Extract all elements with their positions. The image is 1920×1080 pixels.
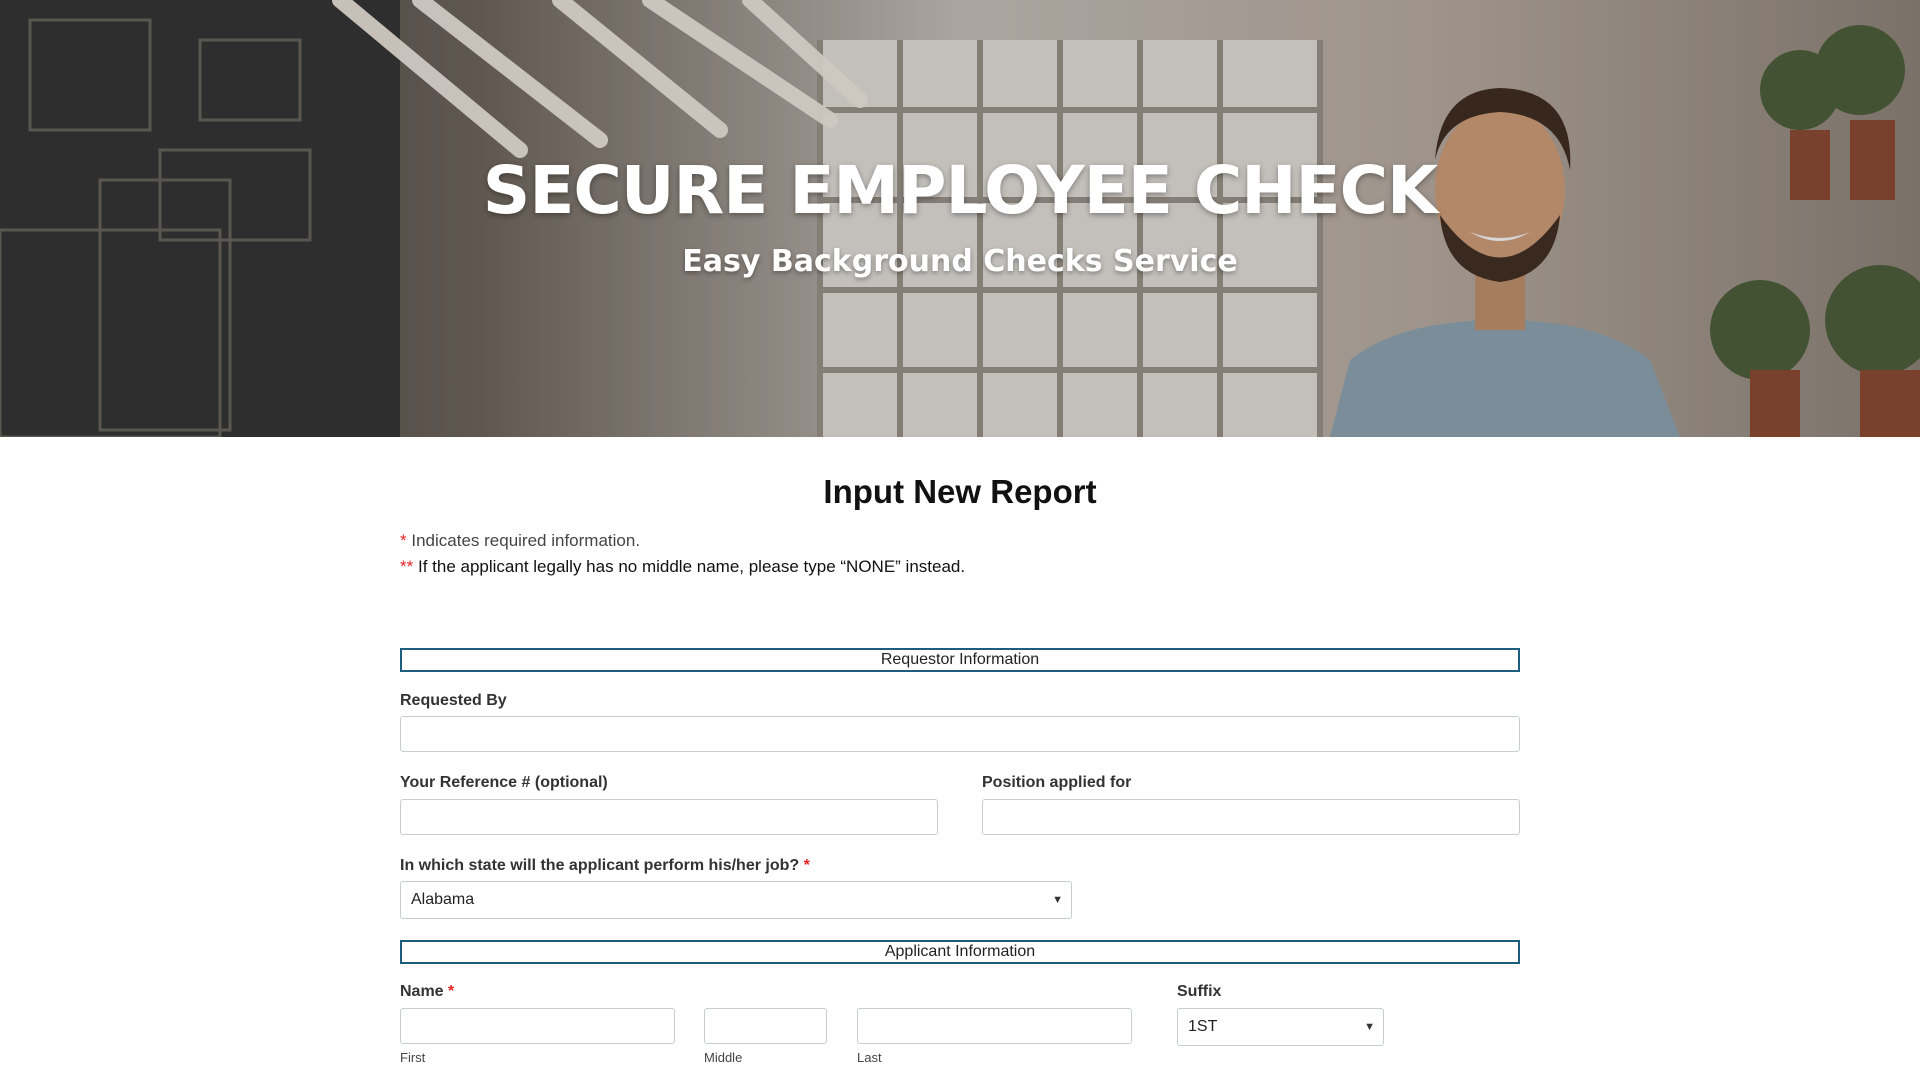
suffix-selected-value: 1ST	[1188, 1018, 1218, 1035]
chevron-down-icon: ▼	[1052, 894, 1063, 906]
middle-name-text: If the applicant legally has no middle n…	[417, 557, 966, 576]
position-input[interactable]	[982, 799, 1520, 835]
chevron-down-icon: ▼	[1364, 1021, 1375, 1033]
state-label-text: In which state will the applicant perfor…	[400, 857, 800, 874]
state-label: In which state will the applicant perfor…	[400, 857, 810, 875]
reference-label: Your Reference # (optional)	[400, 774, 608, 791]
position-label: Position applied for	[982, 774, 1132, 791]
required-info-note: * Indicates required information.	[400, 531, 640, 551]
section-applicant-information: Applicant Information	[400, 940, 1520, 964]
last-name-input[interactable]	[857, 1008, 1132, 1044]
hero-title: SECURE EMPLOYEE CHECK	[482, 152, 1438, 229]
name-label: Name *	[400, 983, 454, 1001]
state-select[interactable]: Alabama ▼	[400, 881, 1072, 919]
reference-input[interactable]	[400, 799, 938, 835]
hero-banner: SECURE EMPLOYEE CHECK Easy Background Ch…	[0, 0, 1920, 437]
state-required-marker: *	[803, 857, 810, 874]
requested-by-label: Requested By	[400, 692, 507, 709]
required-marker: *	[400, 531, 407, 550]
required-info-text: Indicates required information.	[411, 531, 641, 550]
middle-name-note: ** If the applicant legally has no middl…	[400, 557, 965, 577]
last-name-sublabel: Last	[857, 1050, 882, 1065]
section-requestor-information: Requestor Information	[400, 648, 1520, 672]
middle-name-sublabel: Middle	[704, 1050, 743, 1065]
hero-subtitle: Easy Background Checks Service	[682, 244, 1238, 279]
state-selected-value: Alabama	[411, 891, 475, 908]
name-label-text: Name	[400, 983, 444, 1000]
requested-by-input[interactable]	[400, 716, 1520, 752]
middle-name-marker: **	[400, 557, 414, 576]
first-name-input[interactable]	[400, 1008, 675, 1044]
suffix-label: Suffix	[1177, 983, 1222, 1000]
form-title: Input New Report	[823, 473, 1097, 510]
suffix-select[interactable]: 1ST ▼	[1177, 1008, 1384, 1046]
middle-name-input[interactable]	[704, 1008, 827, 1044]
name-required-marker: *	[448, 983, 455, 1000]
first-name-sublabel: First	[400, 1050, 426, 1065]
